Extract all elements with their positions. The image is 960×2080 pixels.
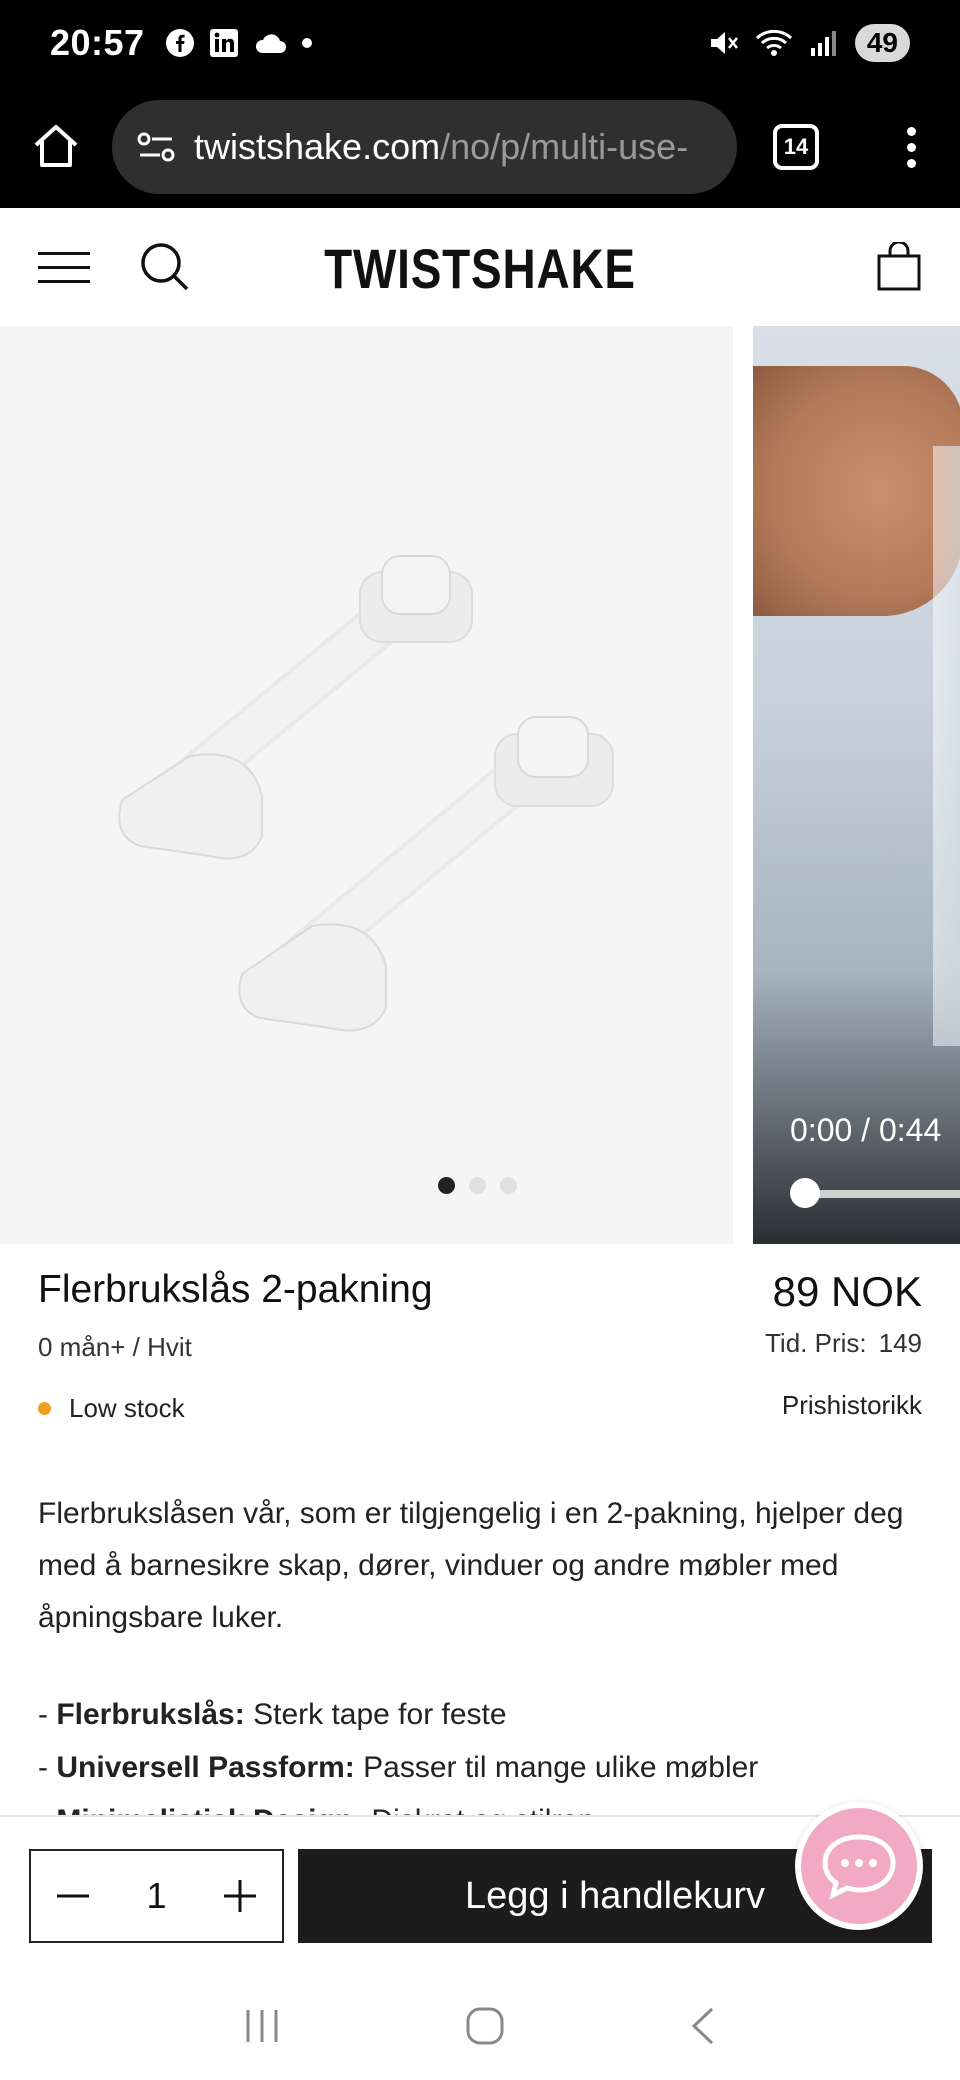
home-nav-icon[interactable] — [465, 2006, 505, 2046]
product-price: 89 NOK — [772, 1268, 922, 1315]
feature-label: Minimalistisk Design: — [56, 1804, 363, 1815]
home-icon[interactable] — [30, 121, 82, 173]
wifi-icon — [755, 29, 792, 56]
tab-switcher-button[interactable]: 14 — [773, 124, 819, 170]
feature-text: Passer til mange ulike møbler — [363, 1751, 759, 1784]
linkedin-icon — [209, 29, 238, 57]
price-history-link[interactable]: Prishistorikk — [782, 1390, 922, 1421]
stock-status: Low stock — [38, 1393, 185, 1424]
stock-indicator-icon — [38, 1402, 51, 1415]
plus-icon[interactable] — [220, 1878, 260, 1914]
carousel-dot[interactable] — [438, 1177, 455, 1194]
stock-label: Low stock — [69, 1393, 185, 1423]
feature-item: - Flerbrukslås: Sterk tape for feste — [38, 1698, 507, 1731]
chat-icon — [822, 1834, 896, 1899]
site-header: TWISTSHAKE — [0, 208, 960, 326]
feature-text: Diskret og stilren — [371, 1804, 594, 1815]
carousel-dot[interactable] — [469, 1177, 486, 1194]
battery-indicator: 49 — [854, 24, 910, 62]
feature-item: - Universell Passform: Passer til mange … — [38, 1751, 759, 1784]
feature-text: Sterk tape for feste — [253, 1698, 507, 1731]
video-progress-track[interactable] — [803, 1190, 960, 1198]
carousel-dots — [438, 1177, 517, 1194]
menu-icon[interactable] — [38, 251, 90, 283]
product-description: Flerbrukslåsen vår, som er tilgjengelig … — [38, 1497, 904, 1634]
video-frame — [753, 366, 960, 616]
recent-apps-icon[interactable] — [242, 2008, 282, 2044]
quantity-stepper[interactable]: 1 — [29, 1849, 284, 1943]
feature-item: - Minimalistisk Design: Diskret og stilr… — [38, 1794, 918, 1815]
url-host: twistshake.com — [194, 126, 441, 167]
dot-icon — [301, 38, 312, 48]
chat-button[interactable] — [795, 1802, 923, 1930]
mute-icon — [710, 32, 738, 54]
feature-label: Universell Passform: — [56, 1751, 355, 1784]
carousel-dot[interactable] — [500, 1177, 517, 1194]
feature-list: - Flerbrukslås: Sterk tape for feste - U… — [38, 1688, 918, 1815]
quantity-value[interactable]: 1 — [146, 1875, 166, 1917]
facebook-icon — [165, 29, 194, 57]
address-bar[interactable]: twistshake.com/no/p/multi-use- — [112, 100, 737, 194]
product-title: Flerbrukslås 2-pakning — [38, 1268, 433, 1311]
status-time: 20:57 — [50, 22, 145, 63]
signal-icon — [810, 31, 836, 56]
cart-icon[interactable] — [876, 242, 922, 292]
status-bar: 20:57 49 — [0, 0, 960, 86]
product-image[interactable] — [0, 326, 733, 1244]
url-path: /no/p/multi-use- — [440, 126, 689, 167]
search-icon[interactable] — [138, 240, 192, 294]
previous-price-value: 149 — [878, 1328, 922, 1358]
browser-toolbar: twistshake.com/no/p/multi-use- 14 — [0, 86, 960, 208]
video-progress-handle[interactable] — [790, 1178, 820, 1208]
product-illustration — [118, 555, 614, 1032]
site-settings-icon[interactable] — [136, 130, 176, 164]
previous-price-label: Tid. Pris: — [765, 1328, 867, 1358]
browser-menu-icon[interactable] — [907, 126, 916, 168]
back-icon[interactable] — [688, 2006, 718, 2046]
minus-icon[interactable] — [53, 1878, 93, 1914]
video-time: 0:00 / 0:44 — [790, 1112, 942, 1148]
cloud-icon — [255, 34, 286, 53]
brand-logo[interactable]: TWISTSHAKE — [86, 236, 873, 301]
notification-icons — [165, 28, 313, 58]
video-frame-detail — [933, 446, 960, 1046]
product-variant: 0 mån+ / Hvit — [38, 1332, 192, 1362]
feature-label: Flerbrukslås: — [56, 1698, 245, 1731]
previous-price: Tid. Pris: 149 — [765, 1328, 922, 1359]
system-nav-bar — [0, 1971, 960, 2080]
product-gallery[interactable]: 0:00 / 0:44 — [0, 326, 960, 1244]
features-viewport: - Flerbrukslås: Sterk tape for feste - U… — [0, 1688, 960, 1815]
product-video[interactable]: 0:00 / 0:44 — [753, 326, 960, 1244]
system-icons: 49 — [707, 24, 910, 62]
